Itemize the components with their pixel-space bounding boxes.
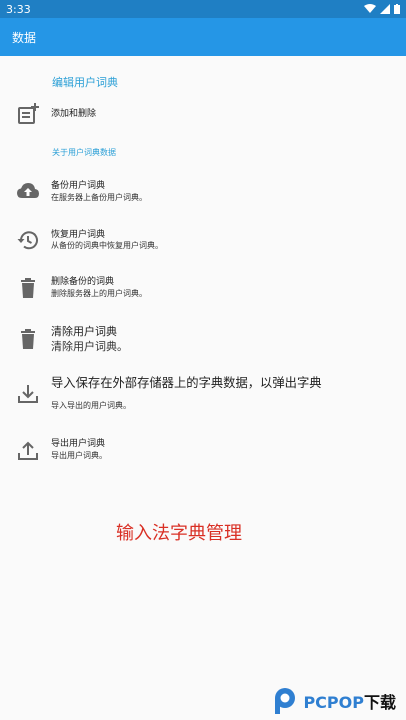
status-icons [364,4,400,14]
delete-backup-item[interactable]: 删除备份的词典 删除服务器上的用户词典。 [0,268,406,310]
backup-title: 备份用户词典 [51,181,106,191]
pcpop-logo-icon [275,688,296,714]
page-title: 数据 [12,30,37,45]
clear-item[interactable]: 清除用户词典 清除用户词典。 [0,318,406,364]
add-note-icon [18,103,39,124]
clear-title: 清除用户词典 [51,325,117,338]
trash-icon [21,278,35,298]
import-title: 导入保存在外部存储器上的字典数据，以弹出字典 [51,376,322,390]
delete-backup-title: 删除备份的词典 [51,277,115,287]
watermark: PCPOP下载 [273,686,396,716]
section-header-edit: 编辑用户词典 [52,76,118,89]
wifi-icon [364,4,376,13]
clear-summary: 清除用户词典。 [51,340,128,353]
restore-item[interactable]: 恢复用户词典 从备份的词典中恢复用户词典。 [0,221,406,263]
backup-summary: 在服务器上备份用户词典。 [51,193,147,202]
download-icon [18,385,38,403]
export-item[interactable]: 导出用户词典 导出用户词典。 [0,426,406,470]
export-title: 导出用户词典 [51,439,106,449]
restore-summary: 从备份的词典中恢复用户词典。 [51,241,163,250]
watermark-brand-text: PCPOP [303,693,364,712]
restore-title: 恢复用户词典 [51,230,106,240]
add-delete-title: 添加和删除 [51,109,97,119]
cloud-upload-icon [17,183,39,198]
delete-backup-summary: 删除服务器上的用户词典。 [51,289,147,298]
watermark-suffix: 下载 [363,693,396,712]
backup-item[interactable]: 备份用户词典 在服务器上备份用户词典。 [0,172,406,214]
import-item[interactable]: 导入保存在外部存储器上的字典数据，以弹出字典 导入导出的用户词典。 [0,368,406,414]
add-delete-item[interactable]: 添加和删除 [0,96,406,132]
status-bar: 3:33 [0,0,406,18]
watermark-brand: PCPOP下载 [303,689,396,713]
signal-icon [380,4,390,14]
history-icon [17,231,38,250]
import-summary: 导入导出的用户词典。 [51,401,131,410]
app-bar: 数据 [0,18,406,56]
caption-text: 输入法字典管理 [116,523,242,544]
battery-icon [394,4,400,14]
section-header-about: 关于用户词典数据 [52,148,116,157]
export-summary: 导出用户词典。 [51,451,107,460]
settings-list: 编辑用户词典 添加和删除 关于用户词典数据 备份用户词典 在服务器上备份用户词典… [0,56,406,720]
status-time: 3:33 [6,2,31,16]
trash-icon [21,329,35,349]
upload-icon [18,441,38,460]
